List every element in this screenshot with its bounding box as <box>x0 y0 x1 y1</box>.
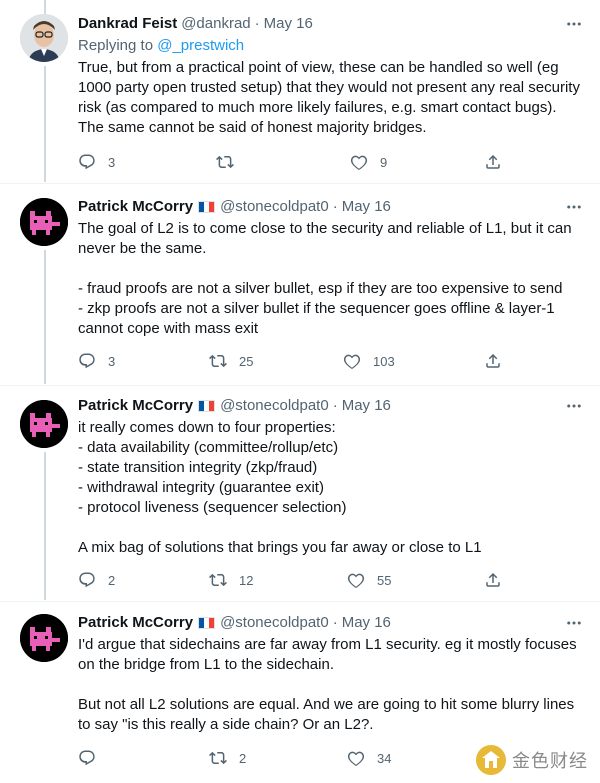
tweet-paragraph: But not all L2 solutions are equal. And … <box>78 696 575 733</box>
tweet-date[interactable]: May 16 <box>342 613 391 633</box>
tweet-text: I'd argue that sidechains are far away f… <box>78 635 584 735</box>
tweet-paragraph: True, but from a practical point of view… <box>78 59 580 116</box>
more-options-icon[interactable] <box>564 197 584 217</box>
reply-count: 2 <box>108 572 116 588</box>
france-flag-icon <box>198 617 216 629</box>
replying-to-link[interactable]: @_prestwich <box>157 37 244 54</box>
france-flag-icon <box>198 400 216 412</box>
watermark-logo-icon <box>476 745 506 775</box>
replying-prefix: Replying to <box>78 37 158 54</box>
like-icon <box>350 155 368 171</box>
watermark: 金色财经 <box>470 743 594 777</box>
share-icon <box>486 353 500 368</box>
retweet-button[interactable]: 12 <box>209 570 253 590</box>
display-name[interactable]: Patrick McCorry <box>78 197 193 217</box>
share-button[interactable] <box>484 351 502 371</box>
user-handle[interactable]: @stonecoldpat0 <box>220 613 329 633</box>
tweet-paragraph: A mix bag of solutions that brings you f… <box>78 539 482 556</box>
user-handle[interactable]: @dankrad <box>181 14 250 34</box>
separator-dot: · <box>332 397 338 414</box>
retweet-icon <box>209 354 227 368</box>
reply-icon <box>79 353 95 369</box>
retweet-count: 2 <box>239 750 247 766</box>
tweet-paragraph: I'd argue that sidechains are far away f… <box>78 636 577 673</box>
tweet-actions: 3 25 103 <box>78 351 508 371</box>
avatar[interactable] <box>20 400 68 448</box>
retweet-count: 12 <box>239 572 254 588</box>
reply-icon <box>79 572 95 588</box>
like-count: 34 <box>377 750 392 766</box>
retweet-count: 25 <box>239 353 254 369</box>
tweet[interactable]: Dankrad Feist @dankrad · May 16 Replying… <box>0 0 600 183</box>
avatar[interactable] <box>20 614 68 662</box>
replying-to: Replying to @_prestwich <box>78 36 584 56</box>
display-name[interactable]: Patrick McCorry <box>78 396 193 416</box>
like-icon <box>347 751 365 767</box>
tweet-actions: 2 34 <box>78 748 508 768</box>
reply-button[interactable]: 3 <box>78 152 115 172</box>
watermark-text: 金色财经 <box>512 751 588 772</box>
like-button[interactable]: 9 <box>350 152 387 172</box>
tweet[interactable]: Patrick McCorry @stonecoldpat0 · May 16 … <box>0 184 600 385</box>
user-handle[interactable]: @stonecoldpat0 <box>220 197 329 217</box>
tweet-text: True, but from a practical point of view… <box>78 58 584 138</box>
separator-dot: · <box>254 15 260 32</box>
tweet-paragraph: The goal of L2 is to come close to the s… <box>78 220 572 257</box>
retweet-icon <box>209 751 227 765</box>
retweet-button[interactable]: 2 <box>209 748 246 768</box>
share-icon <box>486 154 500 169</box>
tweet[interactable]: Patrick McCorry @stonecoldpat0 · May 16 … <box>0 386 600 601</box>
like-button[interactable]: 103 <box>343 351 395 371</box>
avatar[interactable] <box>20 14 68 62</box>
reply-button[interactable]: 3 <box>78 351 115 371</box>
reply-icon <box>79 750 95 766</box>
reply-button[interactable]: 2 <box>78 570 115 590</box>
like-icon <box>343 354 361 370</box>
avatar[interactable] <box>20 198 68 246</box>
share-icon <box>486 572 500 587</box>
separator-dot: · <box>332 614 338 631</box>
display-name[interactable]: Dankrad Feist <box>78 14 177 34</box>
like-button[interactable]: 55 <box>347 570 391 590</box>
retweet-button[interactable]: 25 <box>209 351 253 371</box>
tweet-header: Dankrad Feist @dankrad · May 16 <box>78 14 584 34</box>
more-options-icon[interactable] <box>564 613 584 633</box>
tweet-header: Patrick McCorry @stonecoldpat0 · May 16 <box>78 613 584 633</box>
user-handle[interactable]: @stonecoldpat0 <box>220 396 329 416</box>
reply-icon <box>79 154 95 170</box>
more-options-icon[interactable] <box>564 14 584 34</box>
tweet-paragraph: - fraud proofs are not a silver bullet, … <box>78 280 563 337</box>
tweet-paragraph: it really comes down to four properties:… <box>78 419 347 516</box>
display-name[interactable]: Patrick McCorry <box>78 613 193 633</box>
like-button[interactable]: 34 <box>347 748 391 768</box>
separator-dot: · <box>332 198 338 215</box>
like-count: 9 <box>380 154 388 170</box>
france-flag-icon <box>198 201 216 213</box>
retweet-button[interactable] <box>216 152 246 172</box>
tweet-date[interactable]: May 16 <box>342 396 391 416</box>
tweet-paragraph: The same cannot be said of honest majori… <box>78 119 427 136</box>
like-count: 55 <box>377 572 392 588</box>
tweet-text: it really comes down to four properties:… <box>78 418 584 558</box>
tweet-actions: 3 9 <box>78 152 508 172</box>
more-options-icon[interactable] <box>564 396 584 416</box>
reply-count: 3 <box>108 154 116 170</box>
retweet-icon <box>209 573 227 587</box>
tweet-header: Patrick McCorry @stonecoldpat0 · May 16 <box>78 396 584 416</box>
retweet-icon <box>216 155 234 169</box>
like-count: 103 <box>373 353 395 369</box>
tweet-date[interactable]: May 16 <box>264 14 313 34</box>
like-icon <box>347 573 365 589</box>
share-button[interactable] <box>484 570 502 590</box>
tweet-date[interactable]: May 16 <box>342 197 391 217</box>
tweet-text: The goal of L2 is to come close to the s… <box>78 219 584 339</box>
share-button[interactable] <box>484 152 502 172</box>
tweet-actions: 2 12 55 <box>78 570 508 590</box>
tweet-header: Patrick McCorry @stonecoldpat0 · May 16 <box>78 197 584 217</box>
reply-button[interactable] <box>78 748 108 768</box>
reply-count: 3 <box>108 353 116 369</box>
